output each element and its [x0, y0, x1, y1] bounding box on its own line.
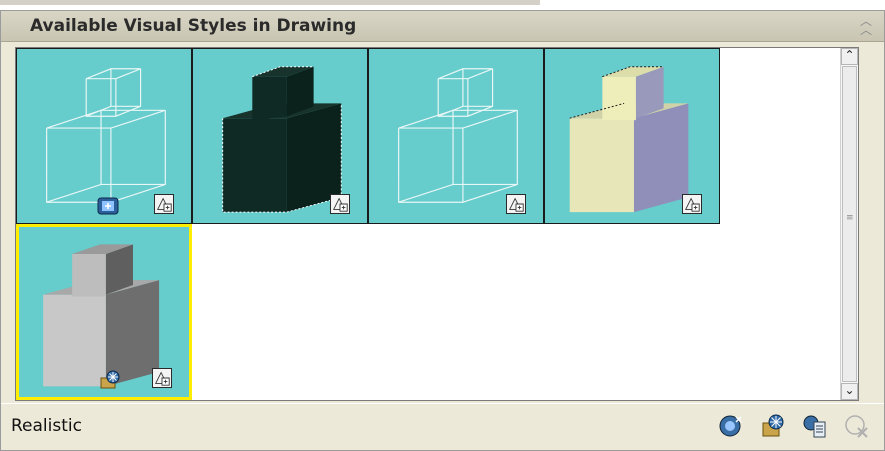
create-new-visual-style-button[interactable]	[718, 413, 744, 439]
in-use-style-icon	[99, 370, 121, 390]
export-palette-icon	[803, 415, 826, 438]
export-to-tool-palette-button[interactable]	[802, 413, 828, 439]
selected-style-name: Realistic	[11, 416, 82, 436]
current-style-icon	[97, 196, 119, 216]
style-settings-badge-icon	[330, 194, 350, 214]
panel-header[interactable]: Available Visual Styles in Drawing ︿ ︿	[1, 11, 884, 42]
scroll-down-button[interactable]: ⌄	[841, 383, 858, 400]
visual-style-thumbnail-realistic[interactable]	[16, 224, 192, 400]
gallery-scrollbar[interactable]: ⌃ ≡ ⌄	[840, 48, 858, 400]
new-style-icon	[719, 415, 742, 437]
apply-style-icon	[762, 414, 784, 437]
scroll-thumb[interactable]: ≡	[842, 66, 857, 382]
visual-style-thumbnail-2d-wireframe[interactable]	[16, 48, 192, 224]
style-settings-badge-icon	[682, 194, 702, 214]
visual-style-thumbnail-3d-wireframe[interactable]	[368, 48, 544, 224]
style-settings-badge-icon	[152, 368, 172, 388]
panel-title: Available Visual Styles in Drawing	[30, 16, 357, 36]
scroll-up-button[interactable]: ⌃	[841, 48, 858, 65]
top-edge	[0, 0, 885, 10]
visual-styles-gallery[interactable]: ⌃ ≡ ⌄	[15, 47, 859, 401]
visual-style-thumbnail-conceptual[interactable]	[544, 48, 720, 224]
visual-style-thumbnail-3d-hidden[interactable]	[192, 48, 368, 224]
delete-visual-style-button[interactable]	[844, 413, 870, 439]
visual-styles-toolbar	[718, 412, 870, 440]
apply-to-current-viewport-button[interactable]	[760, 413, 786, 439]
double-chevron-up-icon[interactable]: ︿ ︿	[858, 15, 874, 36]
style-settings-badge-icon	[154, 194, 174, 214]
delete-style-icon	[845, 415, 868, 438]
status-bar: Realistic	[1, 403, 884, 451]
style-settings-badge-icon	[506, 194, 526, 214]
top-edge-segment	[0, 0, 540, 5]
visual-styles-panel: Available Visual Styles in Drawing ︿ ︿ ⌃…	[0, 10, 885, 451]
grip-icon: ≡	[846, 213, 854, 223]
